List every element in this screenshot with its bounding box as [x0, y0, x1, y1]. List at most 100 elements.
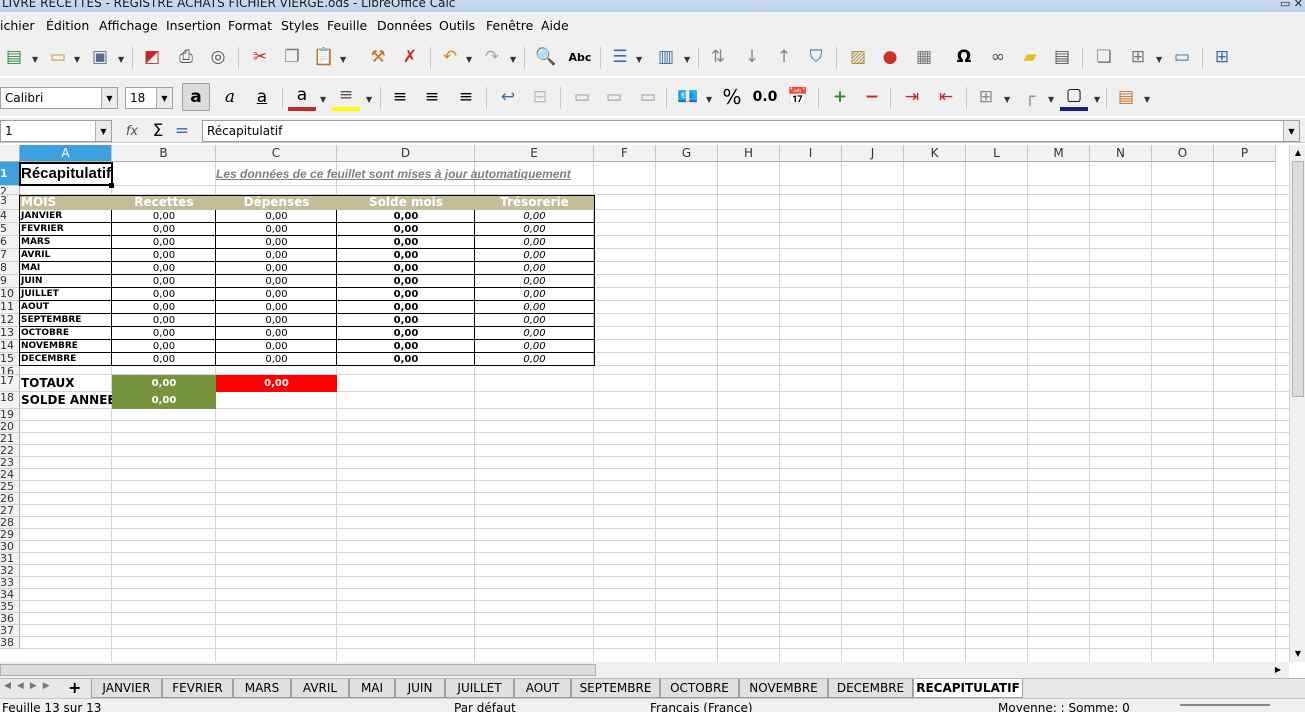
- table-cell[interactable]: 0,00: [475, 327, 594, 340]
- table-cell[interactable]: 0,00: [337, 301, 475, 314]
- table-cell[interactable]: 0,00: [337, 340, 475, 353]
- sheet-tab[interactable]: OCTOBRE: [660, 679, 739, 698]
- row-header[interactable]: 15: [0, 353, 20, 366]
- row-header[interactable]: 4: [0, 210, 20, 223]
- sheet-tab[interactable]: MARS: [233, 679, 291, 698]
- redo-dropdown-icon[interactable]: ▼: [510, 55, 516, 64]
- table-cell[interactable]: 0,00: [112, 262, 216, 275]
- pivot-table-icon[interactable]: ▦: [910, 43, 938, 71]
- row-header[interactable]: 28: [0, 517, 20, 529]
- table-cell[interactable]: 0,00: [337, 353, 475, 366]
- month-label[interactable]: FEVRIER: [20, 223, 112, 236]
- table-cell[interactable]: 0,00: [112, 210, 216, 223]
- borders-icon[interactable]: ⊞: [972, 83, 1000, 111]
- column-header[interactable]: L: [966, 145, 1028, 162]
- sheet-tab[interactable]: JUIN: [395, 679, 445, 698]
- month-label[interactable]: JANVIER: [20, 210, 112, 223]
- clear-formatting-icon[interactable]: ✗: [396, 43, 424, 71]
- table-cell[interactable]: 0,00: [337, 314, 475, 327]
- column-header[interactable]: J: [842, 145, 904, 162]
- table-cell[interactable]: 0,00: [112, 314, 216, 327]
- paste-dropdown-icon[interactable]: ▼: [340, 55, 346, 64]
- row-header[interactable]: 29: [0, 529, 20, 541]
- table-cell[interactable]: 0,00: [475, 223, 594, 236]
- sheet-title[interactable]: Récapitulatif: [21, 162, 111, 186]
- hyperlink-icon[interactable]: ∞: [984, 43, 1012, 71]
- delete-decimal-icon[interactable]: −: [858, 83, 886, 111]
- month-label[interactable]: JUIN: [20, 275, 112, 288]
- table-cell[interactable]: 0,00: [475, 288, 594, 301]
- column-header[interactable]: M: [1028, 145, 1090, 162]
- table-cell[interactable]: 0,00: [112, 301, 216, 314]
- month-label[interactable]: JUILLET: [20, 288, 112, 301]
- menu-item[interactable]: Fenêtre: [486, 18, 533, 33]
- table-cell[interactable]: 0,00: [337, 236, 475, 249]
- formula-icon[interactable]: =: [168, 117, 196, 145]
- row-header[interactable]: 27: [0, 505, 20, 517]
- conditional-dropdown-icon[interactable]: ▼: [1144, 95, 1150, 104]
- select-all-corner[interactable]: [0, 145, 20, 162]
- table-cell[interactable]: 0,00: [216, 301, 337, 314]
- column-header[interactable]: P: [1214, 145, 1276, 162]
- column-dropdown-icon[interactable]: ▼: [684, 55, 690, 64]
- horizontal-scrollbar[interactable]: ▶: [0, 662, 1289, 678]
- scroll-up-icon[interactable]: ▲: [1291, 145, 1305, 161]
- table-cell[interactable]: 0,00: [216, 262, 337, 275]
- table-cell[interactable]: 0,00: [475, 353, 594, 366]
- headers-footers-icon[interactable]: ▤: [1048, 43, 1076, 71]
- table-cell[interactable]: 0,00: [112, 340, 216, 353]
- row-header[interactable]: 38: [0, 637, 20, 649]
- row-dropdown-icon[interactable]: ▼: [636, 55, 642, 64]
- spelling-icon[interactable]: Abc: [566, 43, 594, 71]
- sheet-tab[interactable]: NOVEMBRE: [739, 679, 828, 698]
- conditional-format-icon[interactable]: ▤: [1112, 83, 1140, 111]
- solde-annee-value[interactable]: 0,00: [112, 392, 216, 409]
- spreadsheet-grid[interactable]: A B C D E F G H I J K L M N O P 1 2 3 4 5 6 7 8 9 10 11 12 13 14 15 16 1…: [0, 145, 1289, 662]
- comment-icon[interactable]: ▰: [1016, 43, 1044, 71]
- insert-chart-icon[interactable]: ●: [876, 43, 904, 71]
- highlight-dropdown-icon[interactable]: ▼: [366, 95, 372, 104]
- open-dropdown-icon[interactable]: ▼: [74, 55, 80, 64]
- freeze-dropdown-icon[interactable]: ▼: [1156, 55, 1162, 64]
- row-header[interactable]: 22: [0, 445, 20, 457]
- total-recettes[interactable]: 0,00: [112, 375, 216, 392]
- insert-image-icon[interactable]: ▨: [844, 43, 872, 71]
- table-cell[interactable]: 0,00: [475, 275, 594, 288]
- table-cell[interactable]: 0,00: [337, 210, 475, 223]
- table-cell[interactable]: 0,00: [216, 275, 337, 288]
- table-cell[interactable]: 0,00: [337, 223, 475, 236]
- table-cell[interactable]: 0,00: [112, 327, 216, 340]
- border-color-dropdown-icon[interactable]: ▼: [1094, 95, 1100, 104]
- sort-icon[interactable]: ⇅: [704, 43, 732, 71]
- table-cell[interactable]: 0,00: [216, 314, 337, 327]
- table-cell[interactable]: 0,00: [475, 210, 594, 223]
- table-cell[interactable]: 0,00: [112, 223, 216, 236]
- table-cell[interactable]: 0,00: [475, 236, 594, 249]
- month-label[interactable]: SEPTEMBRE: [20, 314, 112, 327]
- month-label[interactable]: MARS: [20, 236, 112, 249]
- sheet-tab[interactable]: AVRIL: [291, 679, 349, 698]
- autofilter-icon[interactable]: ⛉: [802, 43, 830, 71]
- menu-item[interactable]: Outils: [439, 18, 475, 33]
- window-controls[interactable]: ▭ ✕: [1280, 0, 1303, 10]
- row-header[interactable]: 14: [0, 340, 20, 353]
- sheet-tab[interactable]: JANVIER: [91, 679, 162, 698]
- decrease-indent-icon[interactable]: ⇤: [932, 83, 960, 111]
- table-cell[interactable]: 0,00: [216, 288, 337, 301]
- vertical-scrollbar[interactable]: ▲ ▼: [1289, 145, 1305, 662]
- table-cell[interactable]: 0,00: [475, 314, 594, 327]
- row-header[interactable]: 16: [0, 366, 20, 375]
- name-box[interactable]: 1 ▼: [0, 120, 112, 142]
- sort-ascending-icon[interactable]: ↓: [738, 43, 766, 71]
- column-header[interactable]: A: [20, 145, 112, 162]
- cut-icon[interactable]: ✂: [246, 43, 274, 71]
- row-header[interactable]: 13: [0, 327, 20, 340]
- formula-input[interactable]: Récapitulatif ▼: [202, 120, 1300, 142]
- row-header[interactable]: 18: [0, 392, 20, 409]
- row-header[interactable]: 3: [0, 195, 20, 210]
- sheet-tab[interactable]: SEPTEMBRE: [571, 679, 660, 698]
- table-cell[interactable]: 0,00: [216, 327, 337, 340]
- open-folder-icon[interactable]: ▭: [44, 43, 72, 71]
- table-cell[interactable]: 0,00: [475, 249, 594, 262]
- row-header[interactable]: 30: [0, 541, 20, 553]
